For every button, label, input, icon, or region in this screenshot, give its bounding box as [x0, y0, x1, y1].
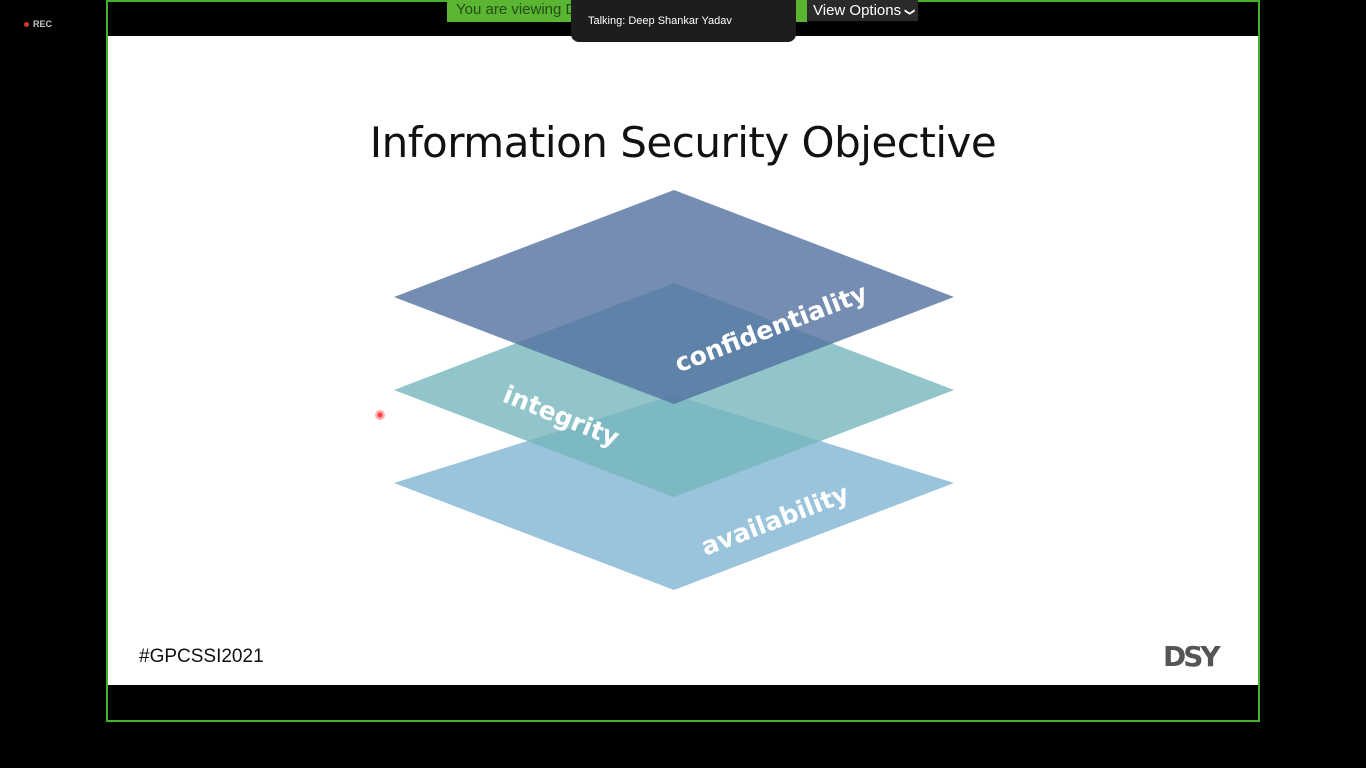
chevron-down-icon: ❯ — [904, 7, 916, 16]
slide-hashtag: #GPCSSI2021 — [139, 646, 264, 667]
record-dot-icon — [24, 21, 29, 27]
presenter-pointer-icon — [375, 410, 385, 420]
talking-indicator: Talking: Deep Shankar Yadav — [571, 0, 796, 42]
recording-label: REC — [33, 19, 53, 29]
security-layers-diagram: confidentiality integrity availability — [394, 190, 954, 590]
shared-slide: Information Security Objective confident… — [108, 36, 1258, 685]
dsy-logo: DSY — [1163, 640, 1221, 673]
recording-indicator: REC — [24, 19, 52, 29]
view-options-label: View Options — [813, 1, 902, 19]
view-options-button[interactable]: View Options ❯ — [807, 0, 918, 21]
